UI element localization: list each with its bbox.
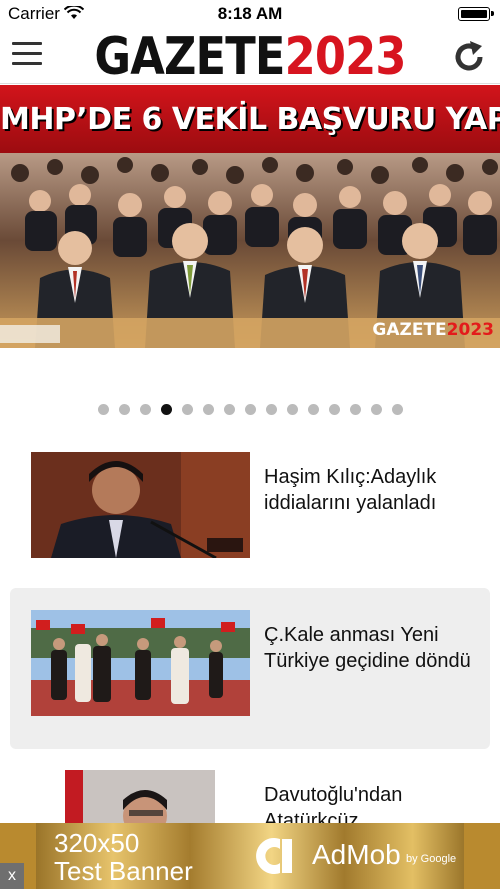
pager-dot[interactable] <box>181 404 193 415</box>
navbar: GAZETE2023 <box>0 27 500 87</box>
pager-dot[interactable] <box>370 404 382 415</box>
pager-dot[interactable] <box>286 404 298 415</box>
status-time: 8:18 AM <box>217 4 283 23</box>
pager-dot[interactable] <box>265 404 277 415</box>
news-title: Haşim Kılıç:Adaylık iddialarını yalanlad… <box>264 466 437 514</box>
ad-brand: AdMob <box>312 839 401 870</box>
logo-text-year: 2023 <box>284 27 407 87</box>
news-thumbnail <box>31 452 250 558</box>
pager-dot[interactable] <box>349 404 361 415</box>
app-logo: GAZETE2023 <box>35 27 465 87</box>
news-title: Ç.Kale anması Yeni Türkiye geçidine dönd… <box>264 624 471 672</box>
hero-slide[interactable]: MHP’DE 6 VEKİL BAŞVURU YAPMADI! <box>0 85 500 348</box>
ad-brand-sub: by Google <box>406 853 457 865</box>
watermark-text-year: 2023 <box>446 320 494 340</box>
ad-creative[interactable]: 320x50 Test Banner AdMob by Google <box>36 823 464 889</box>
ad-banner[interactable]: 320x50 Test Banner AdMob by Google x <box>0 823 500 889</box>
ad-size-label: 320x50 <box>54 828 140 858</box>
news-item[interactable]: Ç.Kale anması Yeni Türkiye geçidine dönd… <box>10 588 490 749</box>
pager-dot[interactable] <box>307 404 319 415</box>
news-thumbnail <box>31 610 250 716</box>
ad-label: Test Banner <box>54 856 193 886</box>
pager-dot[interactable] <box>391 404 403 415</box>
pager-dot[interactable] <box>223 404 235 415</box>
pager-dot[interactable] <box>118 404 130 415</box>
pager-dot[interactable] <box>202 404 214 415</box>
hero-watermark: GAZETE2023 <box>372 320 494 340</box>
slide-pager[interactable] <box>0 404 500 416</box>
status-bar: Carrier 8:18 AM <box>0 0 500 28</box>
refresh-icon[interactable] <box>450 38 488 76</box>
ad-close-icon[interactable]: x <box>0 863 24 889</box>
logo-text-gazete: GAZETE <box>94 27 285 87</box>
pager-dot[interactable] <box>97 404 109 415</box>
watermark-text-gazete: GAZETE <box>372 320 447 340</box>
hero-photo <box>0 153 500 348</box>
pager-dot[interactable] <box>328 404 340 415</box>
pager-dot-active[interactable] <box>160 404 172 415</box>
battery-icon <box>458 7 494 21</box>
pager-dot[interactable] <box>139 404 151 415</box>
news-item[interactable]: Haşim Kılıç:Adaylık iddialarını yalanlad… <box>10 430 490 591</box>
admob-logo-icon <box>256 838 292 874</box>
pager-dot[interactable] <box>244 404 256 415</box>
hero-headline: MHP’DE 6 VEKİL BAŞVURU YAPMADI! <box>0 85 500 153</box>
